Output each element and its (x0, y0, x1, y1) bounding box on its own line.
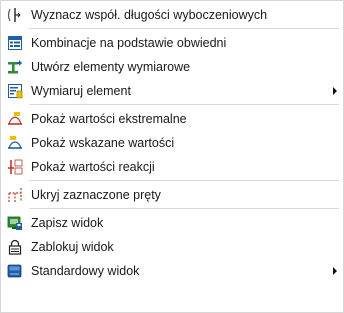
menu-item-label: Zapisz widok (31, 216, 104, 230)
context-menu: Wyznacz współ. długości wyboczeniowych K… (0, 0, 344, 313)
menu-separator (29, 180, 339, 181)
save-view-icon (7, 216, 22, 230)
envelope-combinations-icon (8, 36, 22, 50)
menu-separator (29, 208, 339, 209)
show-selected-values-icon (8, 136, 22, 149)
menu-item-label: Pokaż wskazane wartości (31, 136, 175, 150)
submenu-arrow-icon (333, 87, 337, 95)
menu-item-show-reaction-values[interactable]: Pokaż wartości reakcji (1, 155, 343, 179)
standard-view-icon (7, 264, 22, 278)
menu-item-standard-view[interactable]: Standardowy widok (1, 259, 343, 283)
menu-item-label: Pokaż wartości reakcji (31, 160, 155, 174)
menu-item-label: Wyznacz współ. długości wyboczeniowych (31, 8, 268, 22)
menu-item-label: Standardowy widok (31, 264, 140, 278)
menu-item-label: Pokaż wartości ekstremalne (31, 112, 187, 126)
create-design-members-icon (8, 60, 22, 74)
menu-separator (29, 28, 339, 29)
submenu-arrow-icon (333, 267, 337, 275)
menu-item-show-extreme-values[interactable]: Pokaż wartości ekstremalne (1, 107, 343, 131)
menu-item-envelope-combinations[interactable]: Kombinacje na podstawie obwiedni (1, 31, 343, 55)
menu-item-buckling-lengths[interactable]: Wyznacz współ. długości wyboczeniowych (1, 3, 343, 27)
menu-item-save-view[interactable]: Zapisz widok (1, 211, 343, 235)
menu-item-lock-view[interactable]: Zablokuj widok (1, 235, 343, 259)
buckling-length-icon (7, 8, 21, 22)
menu-item-label: Utwórz elementy wymiarowe (31, 60, 191, 74)
lock-view-icon (8, 239, 22, 255)
show-extreme-values-icon (8, 112, 22, 125)
menu-item-design-member[interactable]: Wymiaruj element (1, 79, 343, 103)
show-reaction-values-icon (8, 159, 23, 175)
menu-item-label: Kombinacje na podstawie obwiedni (31, 36, 227, 50)
menu-separator (29, 104, 339, 105)
menu-item-label: Wymiaruj element (31, 84, 131, 98)
design-member-icon (8, 84, 23, 99)
menu-item-create-design-members[interactable]: Utwórz elementy wymiarowe (1, 55, 343, 79)
hide-selected-bars-icon (8, 188, 22, 202)
menu-item-label: Ukryj zaznaczone pręty (31, 188, 161, 202)
menu-item-label: Zablokuj widok (31, 240, 114, 254)
menu-item-show-selected-values[interactable]: Pokaż wskazane wartości (1, 131, 343, 155)
menu-item-hide-selected-bars[interactable]: Ukryj zaznaczone pręty (1, 183, 343, 207)
